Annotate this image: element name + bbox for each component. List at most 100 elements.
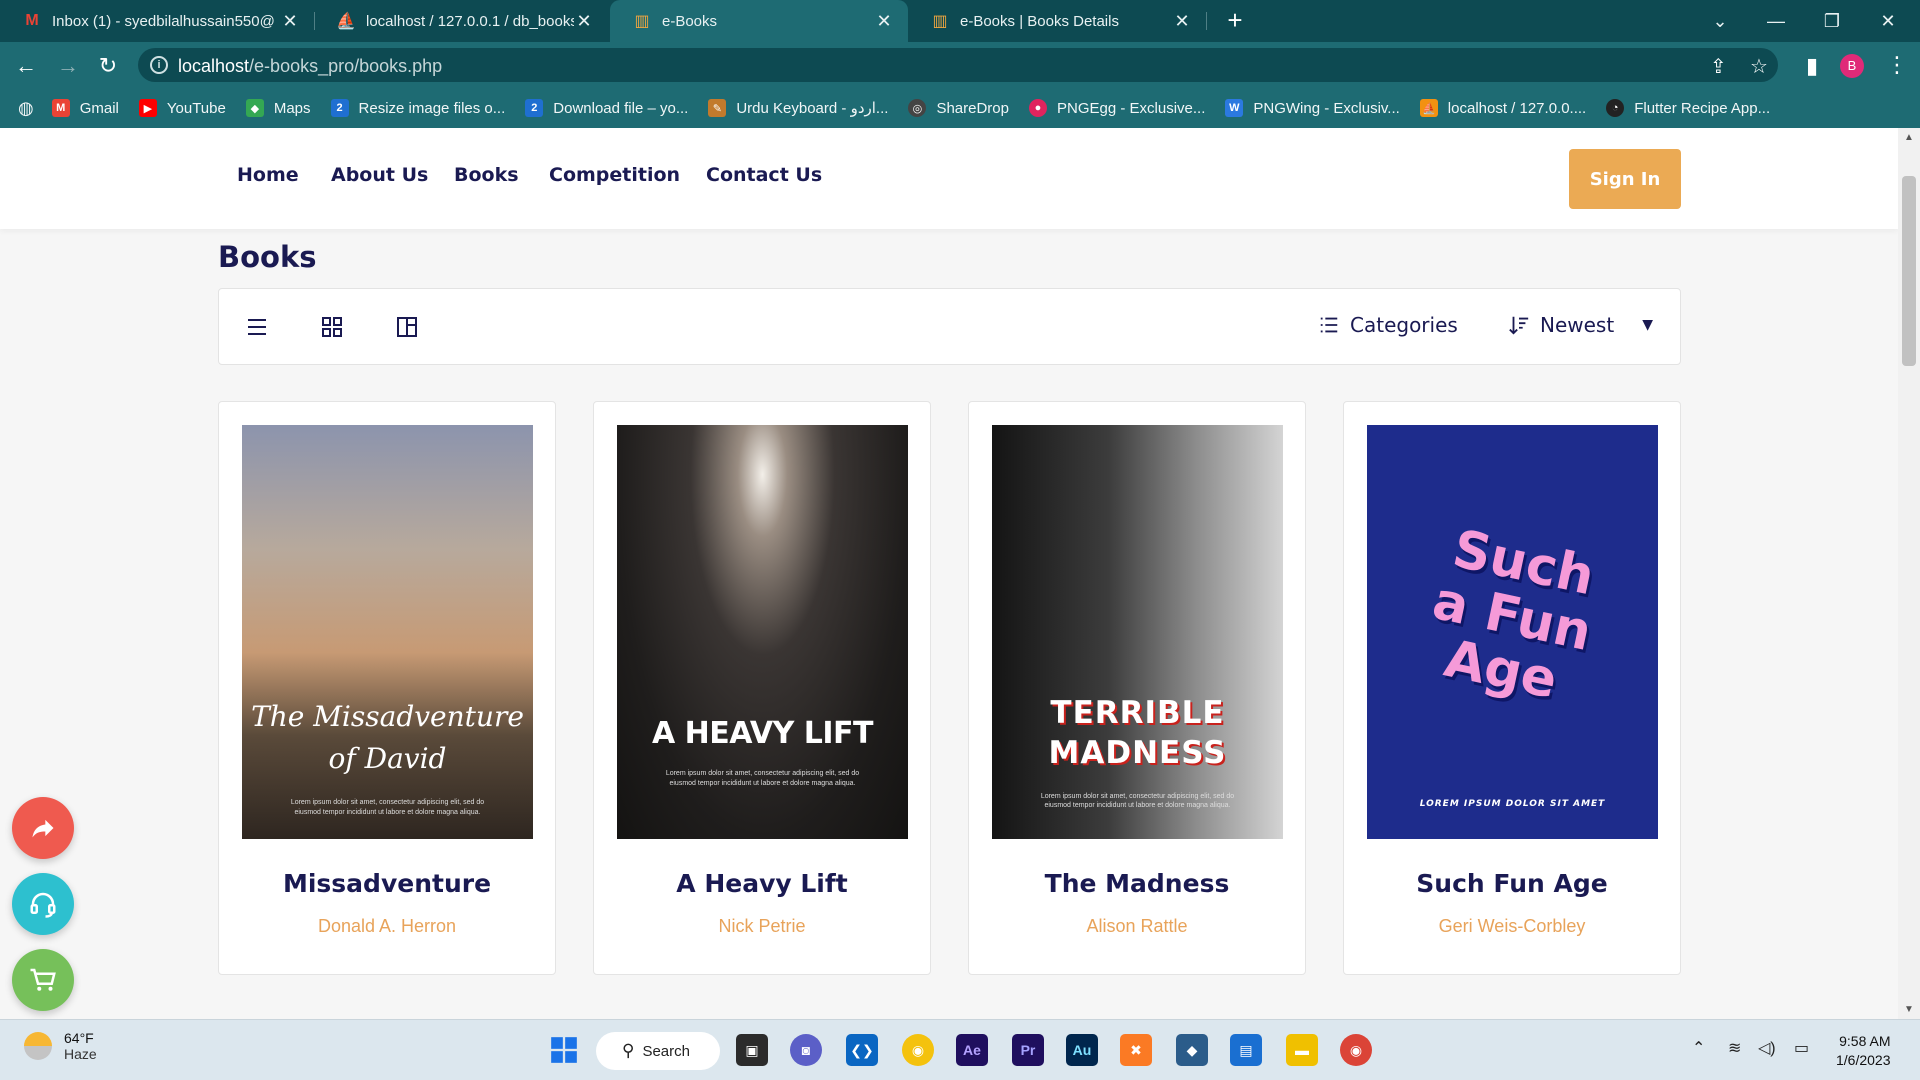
close-icon[interactable]: ✕ [874, 11, 894, 32]
bookmark-flutter[interactable]: ◔ Flutter Recipe App... [1606, 99, 1770, 117]
close-icon[interactable]: ✕ [280, 11, 300, 32]
cart-button[interactable] [12, 949, 74, 1011]
bookmark-maps[interactable]: ◆ Maps [245, 99, 311, 117]
clock-date: 1/6/2023 [1836, 1052, 1891, 1068]
xampp-icon[interactable]: ✖ [1120, 1034, 1152, 1066]
bookmark-urdu-keyboard[interactable]: ✎ Urdu Keyboard - اردو... [708, 99, 888, 117]
back-button[interactable]: ← [10, 50, 42, 82]
restore-button[interactable]: ❐ [1808, 0, 1856, 42]
bookmark-label: Urdu Keyboard - اردو... [736, 100, 889, 117]
scrollbar-thumb[interactable] [1902, 176, 1916, 366]
scroll-down-icon[interactable]: ▼ [1904, 1004, 1914, 1015]
bookmark-label: Flutter Recipe App... [1634, 99, 1771, 117]
sort-dropdown[interactable]: Newest ▼ [1508, 313, 1653, 337]
bookmark-sharedrop[interactable]: ◎ ShareDrop [908, 99, 1009, 117]
bookmarks-bar: ◍ M Gmail ▶ YouTube ◆ Maps 2 Resize image fi… [0, 88, 1920, 128]
book-title[interactable]: The Madness [969, 869, 1305, 898]
book-card[interactable]: TERRIBLE MADNESS Lorem ipsum dolor sit a… [968, 401, 1306, 975]
nav-about-us[interactable]: About Us [331, 164, 428, 186]
close-icon[interactable]: ✕ [574, 11, 594, 32]
tab-gmail[interactable]: M Inbox (1) - syedbilalhussain550@ ✕ [0, 0, 314, 42]
vscode-icon[interactable]: ❮❯ [846, 1034, 878, 1066]
book-cover[interactable]: A HEAVY LIFT Lorem ipsum dolor sit amet,… [617, 425, 908, 839]
tab-search-icon[interactable]: ⌄ [1696, 0, 1744, 42]
categories-button[interactable]: Categories [1318, 313, 1458, 337]
chrome-icon[interactable]: ◉ [902, 1034, 934, 1066]
system-clock[interactable]: 9:58 AM 1/6/2023 [1836, 1032, 1891, 1070]
grid-view-icon[interactable] [320, 315, 344, 339]
bookmark-label: Download file – yo... [553, 99, 689, 117]
close-window-button[interactable]: ✕ [1864, 0, 1912, 42]
bookmark-resize[interactable]: 2 Resize image files o... [330, 99, 505, 117]
page-scrollbar[interactable]: ▲ ▼ [1898, 128, 1920, 1019]
task-view-icon[interactable]: ▣ [736, 1034, 768, 1066]
forward-button[interactable]: → [52, 50, 84, 82]
minimize-button[interactable]: — [1752, 0, 1800, 42]
tab-phpmyadmin[interactable]: ⛵ localhost / 127.0.0.1 / db_books / ✕ [314, 0, 608, 42]
cover-blurb: Lorem ipsum dolor sit amet, consectetur … [1040, 792, 1235, 810]
site-info-icon[interactable]: i [150, 56, 168, 74]
categories-list-icon [1320, 317, 1338, 333]
bookmark-gmail[interactable]: M Gmail [51, 99, 119, 117]
scroll-up-icon[interactable]: ▲ [1904, 132, 1914, 143]
premiere-pro-icon[interactable]: Pr [1012, 1034, 1044, 1066]
bookmark-youtube[interactable]: ▶ YouTube [138, 99, 226, 117]
chat-icon[interactable]: ◙ [790, 1034, 822, 1066]
book-card[interactable]: The Missadventure of David Lorem ipsum d… [218, 401, 556, 975]
resize-icon: 2 [330, 99, 349, 117]
after-effects-icon[interactable]: Ae [956, 1034, 988, 1066]
books-icon: ▥ [932, 13, 948, 30]
tab-ebooks-details[interactable]: ▥ e-Books | Books Details ✕ [908, 0, 1206, 42]
audition-icon[interactable]: Au [1066, 1034, 1098, 1066]
battery-icon[interactable]: ▭ [1794, 1038, 1809, 1058]
taskbar-search[interactable]: ⚲ Search [596, 1032, 720, 1070]
book-cover[interactable]: TERRIBLE MADNESS Lorem ipsum dolor sit a… [992, 425, 1283, 839]
cover-title: A HEAVY LIFT [651, 715, 874, 751]
file-explorer-icon[interactable]: ▬ [1286, 1034, 1318, 1066]
database-tool-icon[interactable]: ◆ [1176, 1034, 1208, 1066]
book-card[interactable]: A HEAVY LIFT Lorem ipsum dolor sit amet,… [593, 401, 931, 975]
tab-title: Inbox (1) - syedbilalhussain550@ [52, 12, 275, 30]
share-button[interactable] [12, 797, 74, 859]
bookmark-localhost[interactable]: ⛵ localhost / 127.0.0.... [1419, 99, 1586, 117]
nav-contact-us[interactable]: Contact Us [706, 164, 822, 186]
profile-avatar[interactable]: B [1840, 54, 1864, 78]
side-panel-icon[interactable]: ▮ [1796, 50, 1828, 82]
url-field[interactable]: i localhost/e-books_pro/books.php ⇪ ☆ [138, 48, 1778, 82]
tab-title: e-Books [662, 12, 718, 30]
book-cover[interactable]: The Missadventure of David Lorem ipsum d… [242, 425, 533, 839]
layout-view-icon[interactable] [395, 315, 419, 339]
tab-ebooks[interactable]: ▥ e-Books ✕ [610, 0, 908, 42]
nav-competition[interactable]: Competition [549, 164, 680, 186]
chrome-profile-icon[interactable]: ◉ [1340, 1034, 1372, 1066]
book-cover[interactable]: Such a Fun Age LOREM IPSUM DOLOR SIT AME… [1367, 425, 1658, 839]
chevron-up-icon[interactable]: ⌃ [1692, 1038, 1705, 1058]
close-icon[interactable]: ✕ [1172, 11, 1192, 32]
gmail-icon: M [51, 99, 70, 117]
support-button[interactable] [12, 873, 74, 935]
bookmark-download[interactable]: 2 Download file – yo... [525, 99, 688, 117]
list-view-icon[interactable] [245, 315, 269, 339]
page-title: Books [218, 240, 317, 274]
menu-icon[interactable]: ⋮ [1886, 52, 1908, 78]
address-bar: ← → ↻ i localhost/e-books_pro/books.php … [0, 42, 1920, 88]
reload-button[interactable]: ↻ [92, 50, 124, 82]
apps-icon[interactable]: ◍ [18, 98, 34, 119]
sign-in-button[interactable]: Sign In [1569, 149, 1681, 209]
new-tab-button[interactable]: + [1220, 6, 1250, 36]
bookmark-pngwing[interactable]: W PNGWing - Exclusiv... [1225, 99, 1400, 117]
bookmark-pngegg[interactable]: ● PNGEgg - Exclusive... [1028, 99, 1205, 117]
wifi-icon[interactable]: ≋ [1728, 1038, 1741, 1058]
share-icon[interactable]: ⇪ [1710, 54, 1727, 79]
weather-widget[interactable]: 64°F Haze [24, 1030, 97, 1062]
book-title[interactable]: A Heavy Lift [594, 869, 930, 898]
nav-home[interactable]: Home [237, 164, 299, 186]
book-title[interactable]: Such Fun Age [1344, 869, 1680, 898]
nav-books[interactable]: Books [454, 164, 519, 186]
start-button[interactable] [548, 1034, 580, 1066]
bookmark-star-icon[interactable]: ☆ [1750, 54, 1768, 79]
volume-icon[interactable]: ◁) [1758, 1038, 1776, 1058]
store-icon[interactable]: ▤ [1230, 1034, 1262, 1066]
book-card[interactable]: Such a Fun Age LOREM IPSUM DOLOR SIT AME… [1343, 401, 1681, 975]
book-title[interactable]: Missadventure [219, 869, 555, 898]
